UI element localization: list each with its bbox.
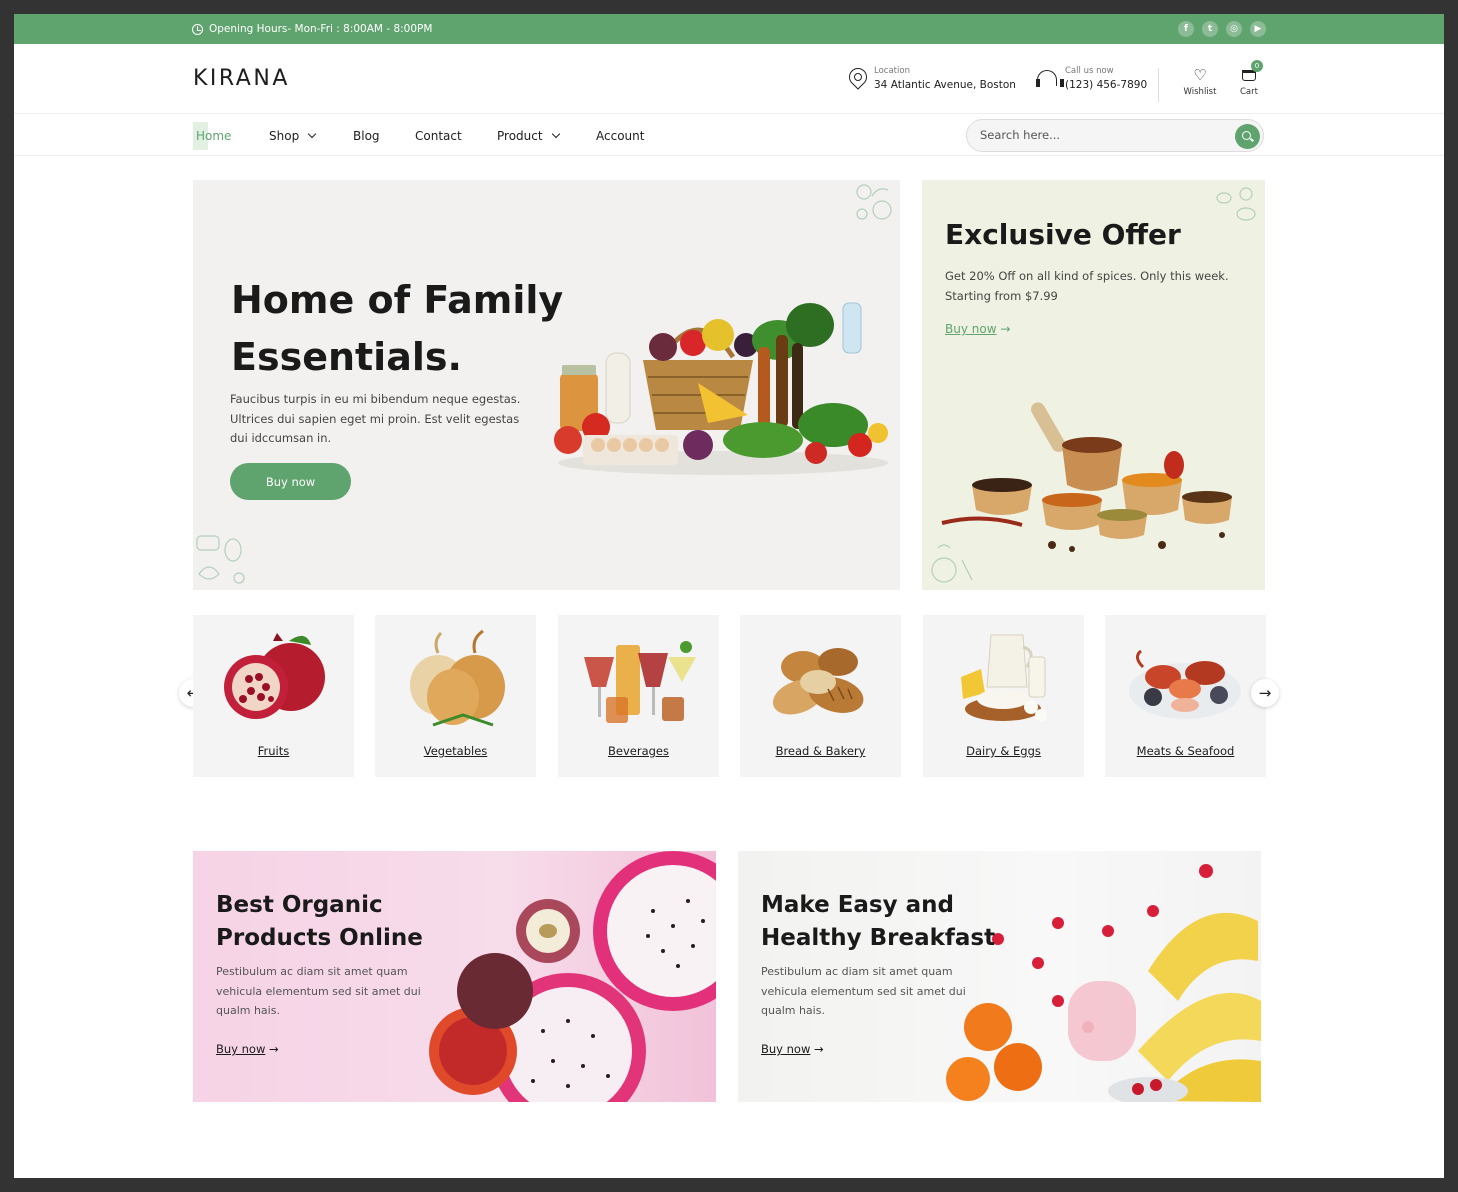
nav-product[interactable]: Product bbox=[497, 115, 560, 156]
category-card-bread-bakery[interactable]: Bread & Bakery bbox=[740, 615, 901, 777]
location-pin-icon bbox=[848, 68, 866, 90]
call-label: Call us now bbox=[1065, 66, 1114, 76]
promo-banner-organic: Best Organic Products Online Pestibulum … bbox=[193, 851, 716, 1102]
location-value: 34 Atlantic Avenue, Boston bbox=[874, 79, 1016, 91]
nav-account[interactable]: Account bbox=[596, 115, 644, 156]
offer-buy-now-link[interactable]: Buy now → bbox=[945, 322, 1010, 336]
offer-description: Get 20% Off on all kind of spices. Only … bbox=[945, 269, 1229, 303]
call-value[interactable]: (123) 456-7890 bbox=[1065, 79, 1147, 91]
nav-blog[interactable]: Blog bbox=[353, 115, 380, 156]
nav-home[interactable]: Home bbox=[196, 115, 231, 156]
category-label-meats-seafood: Meats & Seafood bbox=[1136, 744, 1235, 758]
hero-banner: Home of Family Essentials. Faucibus turp… bbox=[193, 180, 900, 590]
opening-hours: Opening Hours- Mon-Fri : 8:00AM - 8:00PM bbox=[192, 14, 432, 44]
offer-title: Exclusive Offer bbox=[945, 218, 1181, 251]
category-label-dairy-eggs: Dairy & Eggs bbox=[966, 744, 1041, 758]
facebook-icon[interactable]: f bbox=[1178, 21, 1194, 37]
category-card-fruits[interactable]: Fruits bbox=[193, 615, 354, 777]
category-label-fruits: Fruits bbox=[257, 744, 290, 758]
search-bar bbox=[966, 119, 1264, 152]
chevron-down-icon bbox=[551, 129, 560, 138]
header-divider bbox=[1158, 68, 1159, 102]
exclusive-offer-banner: Exclusive Offer Get 20% Off on all kind … bbox=[922, 180, 1265, 590]
seafood-image bbox=[1129, 649, 1241, 719]
category-label-beverages: Beverages bbox=[608, 744, 669, 758]
category-card-meats-seafood[interactable]: Meats & Seafood bbox=[1105, 615, 1266, 777]
category-card-vegetables[interactable]: Vegetables bbox=[375, 615, 536, 777]
promo-buy-now-link-breakfast[interactable]: Buy now → bbox=[761, 1042, 824, 1056]
promo-title-organic: Best Organic Products Online bbox=[216, 892, 423, 951]
chevron-down-icon bbox=[307, 129, 317, 138]
wishlist-label: Wishlist bbox=[1183, 87, 1217, 97]
wishlist-button[interactable]: ♡ Wishlist bbox=[1178, 64, 1222, 97]
search-input[interactable] bbox=[980, 128, 1220, 142]
hero-description: Faucibus turpis in eu mi bibendum neque … bbox=[230, 392, 521, 445]
location-label: Location bbox=[874, 66, 910, 76]
cart-label: Cart bbox=[1240, 87, 1258, 97]
promo-buy-now-label-breakfast: Buy now bbox=[761, 1042, 811, 1056]
category-label-bread-bakery: Bread & Bakery bbox=[775, 744, 866, 758]
bread-image bbox=[772, 648, 864, 715]
offer-buy-now-label: Buy now bbox=[945, 322, 997, 336]
cart-count-badge: 0 bbox=[1251, 60, 1263, 72]
instagram-icon[interactable]: ◎ bbox=[1226, 21, 1242, 37]
nav-product-label: Product bbox=[497, 128, 543, 143]
carousel-next-button[interactable]: → bbox=[1251, 679, 1279, 707]
beverages-image bbox=[584, 641, 696, 723]
vegetable-doodle-icon bbox=[856, 184, 892, 220]
opening-hours-text: Opening Hours- Mon-Fri : 8:00AM - 8:00PM bbox=[209, 23, 433, 35]
promo-title-breakfast: Make Easy and Healthy Breakfast bbox=[761, 892, 996, 951]
dairy-image bbox=[961, 634, 1047, 721]
site-header: KIRANA Location 34 Atlantic Avenue, Bost… bbox=[14, 44, 1444, 114]
promo-buy-now-label-organic: Buy now bbox=[216, 1042, 266, 1056]
social-links: f t ◎ ▶ bbox=[1178, 21, 1266, 37]
onion-image bbox=[410, 629, 505, 727]
twitter-icon[interactable]: t bbox=[1202, 21, 1218, 37]
hero-buy-now-button[interactable]: Buy now bbox=[230, 463, 351, 500]
nav-shop-label: Shop bbox=[269, 128, 300, 143]
arrow-right-icon: → bbox=[269, 1042, 279, 1056]
clock-icon bbox=[192, 23, 203, 35]
heart-icon: ♡ bbox=[1193, 66, 1207, 84]
nav-contact[interactable]: Contact bbox=[415, 115, 462, 156]
youtube-icon[interactable]: ▶ bbox=[1250, 21, 1266, 37]
spice-doodle-icon bbox=[1216, 187, 1256, 221]
cart-button[interactable]: 0 Cart bbox=[1227, 60, 1271, 97]
produce-doodle-icon bbox=[196, 535, 245, 584]
category-card-dairy-eggs[interactable]: Dairy & Eggs bbox=[923, 615, 1084, 777]
main-nav: Home Shop Blog Contact Product Account bbox=[14, 115, 1444, 156]
pomegranate-image bbox=[224, 633, 325, 719]
promo-buy-now-link-organic[interactable]: Buy now → bbox=[216, 1042, 279, 1056]
basket-icon bbox=[1242, 70, 1256, 81]
search-button[interactable] bbox=[1235, 124, 1260, 149]
headset-icon bbox=[1035, 69, 1064, 89]
promo-description-breakfast: Pestibulum ac diam sit amet quam vehicul… bbox=[761, 965, 966, 1017]
category-label-vegetables: Vegetables bbox=[423, 744, 488, 758]
arrow-right-icon: → bbox=[1000, 322, 1011, 336]
page: Opening Hours- Mon-Fri : 8:00AM - 8:00PM… bbox=[14, 14, 1444, 1178]
site-logo[interactable]: KIRANA bbox=[193, 66, 290, 91]
call-info: Call us now (123) 456-7890 bbox=[1035, 66, 1147, 91]
grocery-basket-image bbox=[554, 302, 888, 475]
nav-shop[interactable]: Shop bbox=[269, 115, 317, 156]
spices-image bbox=[941, 402, 1232, 552]
promo-banner-breakfast: Make Easy and Healthy Breakfast Pestibul… bbox=[738, 851, 1261, 1102]
location-info: Location 34 Atlantic Avenue, Boston bbox=[848, 66, 1016, 91]
category-card-beverages[interactable]: Beverages bbox=[558, 615, 719, 777]
top-bar: Opening Hours- Mon-Fri : 8:00AM - 8:00PM… bbox=[14, 14, 1444, 44]
arrow-right-icon: → bbox=[814, 1042, 824, 1056]
promo-description-organic: Pestibulum ac diam sit amet quam vehicul… bbox=[216, 965, 421, 1017]
